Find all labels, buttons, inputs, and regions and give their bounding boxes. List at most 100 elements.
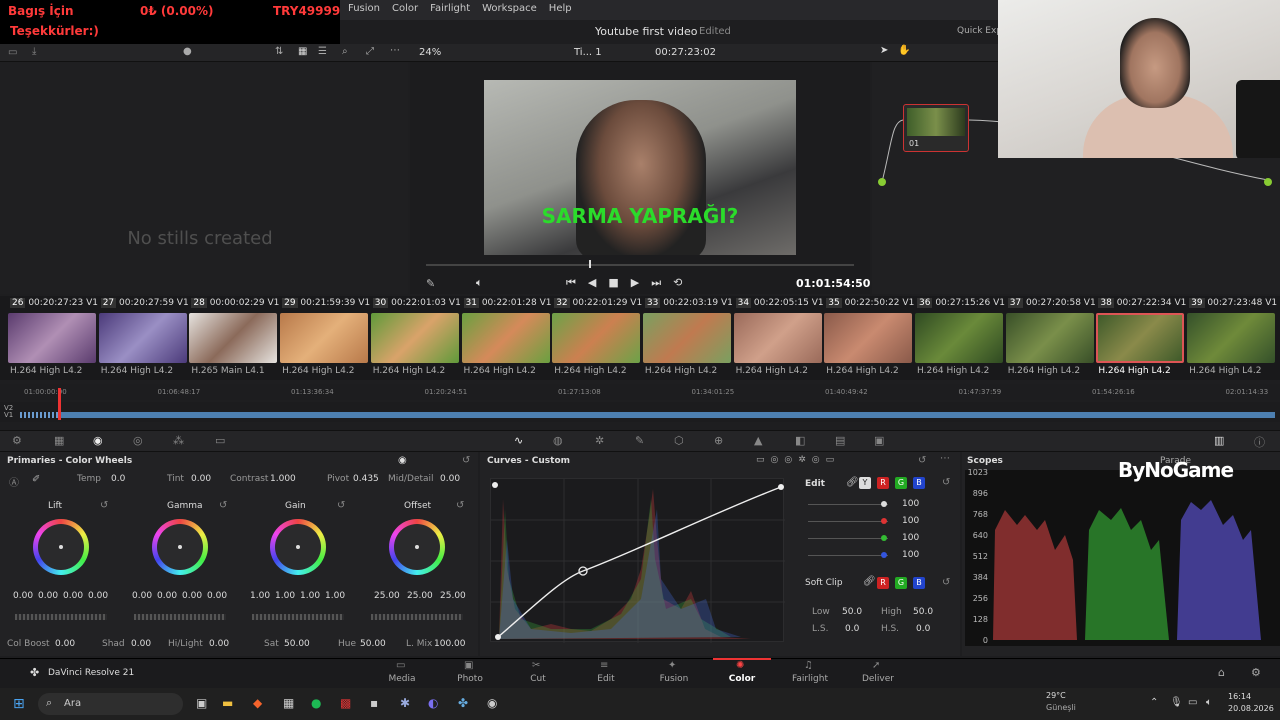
wheel-value[interactable]: 0.00 xyxy=(13,591,33,601)
expand-icon[interactable]: ⤢ xyxy=(366,46,374,57)
steam-icon[interactable]: ✱ xyxy=(400,696,410,710)
import-icon[interactable]: ⤓ xyxy=(32,46,36,57)
blur-icon[interactable]: ◧ xyxy=(795,434,805,447)
page-tab-cut[interactable]: Cut xyxy=(508,674,568,684)
r-intensity-dot[interactable] xyxy=(881,518,887,524)
wheel-value[interactable]: 1.00 xyxy=(250,591,270,601)
clip-thumbnail[interactable] xyxy=(8,313,96,363)
node-input-dot[interactable] xyxy=(878,178,886,186)
clip-thumbnail[interactable] xyxy=(98,313,187,363)
timeline-select[interactable]: Ti... 1 xyxy=(574,47,602,58)
reset-curves-icon[interactable]: ↺ xyxy=(918,455,926,466)
sidebar-icon[interactable]: ▭ xyxy=(8,47,17,58)
color-match-icon[interactable]: ▦ xyxy=(54,434,64,447)
g-intensity-track[interactable] xyxy=(808,538,888,539)
tray-chevron-icon[interactable]: ⌃ xyxy=(1150,697,1158,708)
clip-thumbnail[interactable] xyxy=(370,313,459,363)
key-icon[interactable]: ▤ xyxy=(835,434,845,447)
volume-icon[interactable]: 🔈︎ xyxy=(476,276,483,290)
page-tab-media[interactable]: Media xyxy=(372,674,432,684)
curves-mode-icons[interactable]: ▭◎◎✲◎▭ xyxy=(756,455,840,465)
picker-icon[interactable]: ✐ xyxy=(32,474,40,485)
eyedropper-icon[interactable]: ✎ xyxy=(426,277,435,290)
qualifier-icon[interactable]: ✲ xyxy=(595,434,604,447)
clip-thumbnail[interactable] xyxy=(189,313,278,363)
link-icon[interactable]: 🔗︎ xyxy=(846,477,859,488)
channel-b-button[interactable]: B xyxy=(913,477,925,489)
colboost-value[interactable]: 0.00 xyxy=(55,639,75,649)
magic-mask-icon[interactable]: ▲ xyxy=(754,434,762,447)
wheel-value[interactable]: 1.00 xyxy=(300,591,320,601)
wheel-reset-icon[interactable]: ↺ xyxy=(219,500,227,511)
page-tab-fusion[interactable]: Fusion xyxy=(644,674,704,684)
page-color-icon[interactable]: ✺ xyxy=(736,660,744,671)
discord-icon[interactable]: ◐ xyxy=(428,696,438,710)
pointer-icon[interactable]: ➤ xyxy=(880,45,888,56)
wheel-center-dot[interactable] xyxy=(178,545,182,549)
skip-start-icon[interactable]: ⏮︎ xyxy=(566,276,576,290)
curves-more-icon[interactable]: ⋯ xyxy=(940,453,950,464)
window-icon[interactable]: ⬡ xyxy=(674,434,684,447)
brave-icon[interactable]: ◆ xyxy=(253,696,262,710)
channel-r-button[interactable]: R xyxy=(877,477,889,489)
reset-edit-icon[interactable]: ↺ xyxy=(942,477,950,488)
contrast-value[interactable]: 1.000 xyxy=(270,474,296,484)
wheel-value[interactable]: 0.00 xyxy=(38,591,58,601)
clock-date[interactable]: 20.08.2026 xyxy=(1228,704,1274,713)
menu-fusion[interactable]: Fusion xyxy=(348,3,380,14)
master-wheel-slider[interactable] xyxy=(371,614,463,620)
clip-thumbnail[interactable] xyxy=(915,313,1003,363)
y-intensity-track[interactable] xyxy=(808,504,888,505)
speaker-icon[interactable]: 🔈︎ xyxy=(1206,697,1212,708)
wheel-reset-icon[interactable]: ↺ xyxy=(100,500,108,511)
clip-thumbnail[interactable] xyxy=(733,313,822,363)
app-dark-icon[interactable]: ▪ xyxy=(370,696,378,710)
task-view-icon[interactable]: ▣ xyxy=(196,696,207,710)
page-tab-fairlight[interactable]: Fairlight xyxy=(780,674,840,684)
wheel-value[interactable]: 1.00 xyxy=(275,591,295,601)
eyedropper-tool-icon[interactable]: ✎ xyxy=(635,434,644,447)
y-intensity-dot[interactable] xyxy=(881,501,887,507)
clip-thumbnail[interactable] xyxy=(280,313,369,363)
r-intensity-track[interactable] xyxy=(808,521,888,522)
wheel-value[interactable]: 25.00 xyxy=(374,591,400,601)
davinci-taskbar-icon[interactable]: ✤ xyxy=(458,696,468,710)
clip-thumbnail[interactable] xyxy=(642,313,731,363)
hand-icon[interactable]: ✋ xyxy=(898,45,910,56)
viewer-scrubber[interactable] xyxy=(426,264,854,266)
wheel-reset-icon[interactable]: ↺ xyxy=(456,500,464,511)
pivot-value[interactable]: 0.435 xyxy=(353,474,379,484)
color-warper-icon[interactable]: ◍ xyxy=(553,434,563,447)
slider-knob[interactable]: ● xyxy=(183,46,192,57)
page-tab-deliver[interactable]: Deliver xyxy=(848,674,908,684)
color-wheels-icon[interactable]: ◉ xyxy=(93,434,103,447)
page-deliver-icon[interactable]: ➚ xyxy=(872,660,880,671)
lmix-value[interactable]: 100.00 xyxy=(434,639,466,649)
reset-primaries-icon[interactable]: ↺ xyxy=(462,455,470,466)
wheel-value[interactable]: 0.00 xyxy=(182,591,202,601)
info-icon[interactable]: ⓘ xyxy=(1254,434,1265,450)
store-icon[interactable]: ▦ xyxy=(283,696,294,710)
node-output-dot[interactable] xyxy=(1264,178,1272,186)
wheel-value[interactable]: 25.00 xyxy=(407,591,433,601)
menu-fairlight[interactable]: Fairlight xyxy=(430,3,470,14)
grid-view-icon[interactable]: ▦ xyxy=(298,46,307,57)
clip-thumbnail[interactable] xyxy=(461,313,550,363)
page-cut-icon[interactable]: ✂ xyxy=(532,660,540,671)
page-tab-color[interactable]: Color xyxy=(712,674,772,684)
softclip-r-button[interactable]: R xyxy=(877,577,889,589)
b-intensity-track[interactable] xyxy=(808,555,888,556)
motion-effects-icon[interactable]: ▭ xyxy=(215,434,225,447)
more-icon[interactable]: ⋯ xyxy=(390,45,400,56)
softclip-link-icon[interactable]: 🔗︎ xyxy=(863,576,876,587)
wheel-value[interactable]: 0.00 xyxy=(63,591,83,601)
page-media-icon[interactable]: ▭ xyxy=(396,660,405,671)
wheel-reset-icon[interactable]: ↺ xyxy=(337,500,345,511)
prev-frame-icon[interactable]: ◀ xyxy=(588,276,596,290)
clip-thumbnail[interactable] xyxy=(1096,313,1185,363)
wheel-value[interactable]: 0.00 xyxy=(132,591,152,601)
loop-icon[interactable]: ⟲ xyxy=(673,276,682,290)
wheels-mode-icon[interactable]: ◉ xyxy=(398,455,407,466)
zoom-select[interactable]: 24% xyxy=(419,47,441,58)
auto-balance-icon[interactable]: Ⓐ xyxy=(9,474,19,489)
